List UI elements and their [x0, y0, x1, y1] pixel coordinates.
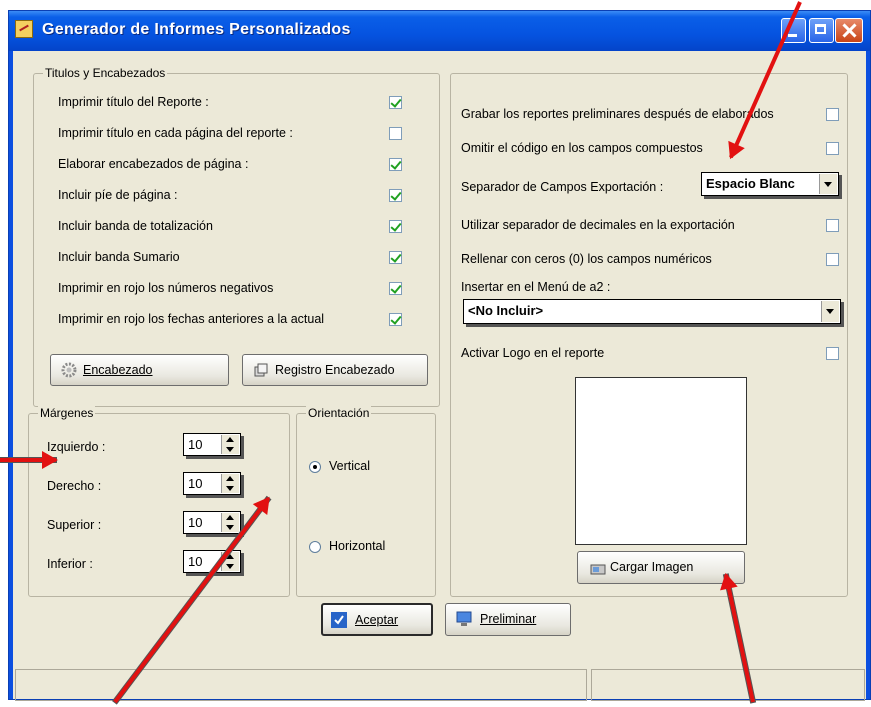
separador-decimales-label: Utilizar separador de decimales en la ex…	[461, 218, 735, 232]
insertar-menu-dropdown[interactable]: <No Incluir>	[463, 299, 841, 324]
option-titulo-cada-pagina-checkbox[interactable]	[389, 127, 402, 140]
registro-encabezado-button-label: Registro Encabezado	[275, 363, 395, 377]
margen-inferior-label: Inferior :	[47, 557, 93, 571]
option-fechas-checkbox[interactable]	[389, 313, 402, 326]
option-titulo-cada-pagina-label: Imprimir título en cada página del repor…	[58, 126, 293, 140]
rellenar-ceros-checkbox[interactable]	[826, 253, 839, 266]
separador-decimales-checkbox[interactable]	[826, 219, 839, 232]
grabar-preliminares-checkbox[interactable]	[826, 108, 839, 121]
chevron-down-icon[interactable]	[821, 301, 839, 322]
app-icon	[15, 20, 33, 38]
chevron-down-icon[interactable]	[819, 174, 837, 194]
aceptar-button[interactable]: Aceptar	[321, 603, 433, 636]
option-encabezados-label: Elaborar encabezados de página :	[58, 157, 249, 171]
option-totalizacion-label: Incluir banda de totalización	[58, 219, 213, 233]
orientacion-group: Orientación Vertical Horizontal	[296, 406, 436, 597]
activar-logo-checkbox[interactable]	[826, 347, 839, 360]
activar-logo-label: Activar Logo en el reporte	[461, 346, 605, 360]
preview-monitor-icon	[456, 611, 472, 626]
cargar-imagen-label: Cargar Imagen	[610, 560, 694, 574]
insertar-menu-value: <No Incluir>	[468, 303, 544, 318]
image-icon	[590, 564, 606, 575]
horizontal-label[interactable]: Horizontal	[329, 539, 385, 553]
margen-inferior-value: 10	[188, 554, 203, 569]
grabar-preliminares-label: Grabar los reportes preliminares después…	[461, 107, 774, 121]
separador-dropdown[interactable]: Espacio Blanc	[701, 172, 839, 196]
option-encabezados-checkbox[interactable]	[389, 158, 402, 171]
margen-superior-label: Superior :	[47, 518, 102, 532]
titulos-group: Titulos y Encabezados Imprimir título de…	[33, 66, 440, 407]
option-sumario-label: Incluir banda Sumario	[58, 250, 180, 264]
window-frame-left	[9, 51, 13, 699]
registro-encabezado-button[interactable]: Registro Encabezado	[242, 354, 428, 386]
logo-preview	[575, 377, 747, 545]
separador-label: Separador de Campos Exportación :	[461, 180, 664, 194]
option-negativos-checkbox[interactable]	[389, 282, 402, 295]
status-pane-left	[15, 669, 587, 701]
orientacion-legend: Orientación	[306, 406, 372, 420]
option-fechas-label: Imprimir en rojo los fechas anteriores a…	[58, 312, 325, 326]
title-bar[interactable]: Generador de Informes Personalizados	[9, 11, 870, 51]
separador-value: Espacio Blanc	[706, 176, 795, 191]
encabezado-button[interactable]: Encabezado	[50, 354, 229, 386]
margen-izquierdo-spin-buttons[interactable]	[221, 435, 239, 454]
window-frame-right	[866, 51, 870, 699]
margen-superior-value: 10	[188, 515, 203, 530]
option-imprimir-titulo-checkbox[interactable]	[389, 96, 402, 109]
vertical-label[interactable]: Vertical	[329, 459, 370, 473]
margen-superior-spin-buttons[interactable]	[221, 513, 239, 532]
window-title: Generador de Informes Personalizados	[42, 21, 351, 38]
horizontal-radio[interactable]	[309, 541, 321, 553]
margen-derecho-label: Derecho :	[47, 479, 102, 493]
maximize-button[interactable]	[809, 18, 834, 43]
annotation-arrow-margenes	[0, 451, 58, 469]
gear-icon	[61, 362, 77, 378]
accept-icon	[331, 612, 347, 628]
omitir-codigo-checkbox[interactable]	[826, 142, 839, 155]
report-generator-window: Generador de Informes Personalizados Tit…	[8, 10, 871, 701]
status-pane-right	[591, 669, 865, 701]
encabezado-button-label: Encabezado	[83, 363, 153, 377]
registry-icon	[254, 363, 268, 377]
aceptar-label: Aceptar	[355, 613, 399, 627]
option-sumario-checkbox[interactable]	[389, 251, 402, 264]
insertar-menu-label: Insertar en el Menú de a2 :	[461, 280, 611, 294]
margen-derecho-value: 10	[188, 476, 203, 491]
omitir-codigo-label: Omitir el código en los campos compuesto…	[461, 141, 703, 155]
vertical-radio[interactable]	[309, 461, 321, 473]
opciones-group: Grabar los reportes preliminares después…	[450, 73, 848, 597]
margenes-legend: Márgenes	[38, 406, 96, 420]
option-negativos-label: Imprimir en rojo los números negativos	[58, 281, 274, 295]
rellenar-ceros-label: Rellenar con ceros (0) los campos numéri…	[461, 252, 712, 266]
margen-superior-spinner[interactable]: 10	[183, 511, 241, 534]
margenes-group: Márgenes Izquierdo : 10 Derecho : 10 Sup…	[28, 406, 290, 597]
titulos-legend: Titulos y Encabezados	[43, 66, 168, 80]
option-imprimir-titulo-label: Imprimir título del Reporte :	[58, 95, 209, 109]
margen-izquierdo-value: 10	[188, 437, 203, 452]
option-pie-pagina-checkbox[interactable]	[389, 189, 402, 202]
preliminar-button[interactable]: Preliminar	[445, 603, 571, 636]
preliminar-label: Preliminar	[480, 612, 537, 626]
close-button[interactable]	[835, 18, 863, 43]
option-totalizacion-checkbox[interactable]	[389, 220, 402, 233]
margen-derecho-spin-buttons[interactable]	[221, 474, 239, 493]
margen-derecho-spinner[interactable]: 10	[183, 472, 241, 495]
option-pie-pagina-label: Incluir píe de página :	[58, 188, 178, 202]
margen-izquierdo-spinner[interactable]: 10	[183, 433, 241, 456]
